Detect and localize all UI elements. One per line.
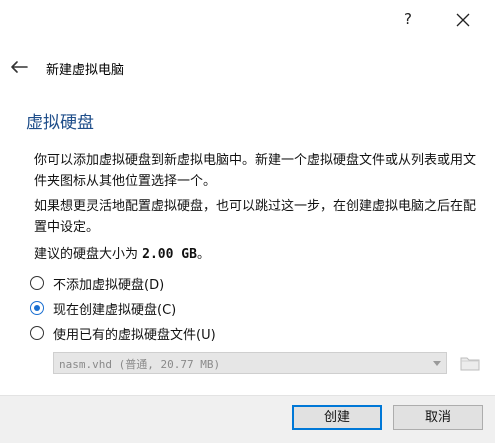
title-bar: ? [0, 0, 495, 40]
folder-icon [460, 357, 480, 371]
button-bar: 创建 取消 [0, 395, 495, 443]
existing-disk-select[interactable]: nasm.vhd (普通, 20.77 MB) [53, 352, 447, 374]
radio-create-disk-label[interactable]: 现在创建虚拟硬盘(C) [53, 299, 176, 318]
radio-create-disk[interactable]: 现在创建虚拟硬盘(C) [30, 298, 176, 318]
new-vm-dialog: ? 新建虚拟电脑 虚拟硬盘 你可以添加虚拟硬盘到新虚拟电脑中。新建一个虚拟硬盘文… [0, 0, 495, 443]
radio-create-disk-indicator[interactable] [30, 301, 44, 315]
create-button[interactable]: 创建 [292, 405, 382, 430]
radio-use-existing-label[interactable]: 使用已有的虚拟硬盘文件(U) [53, 324, 216, 343]
radio-no-disk-indicator[interactable] [30, 276, 44, 290]
hint-text: 如果想更灵活地配置虚拟硬盘，也可以跳过这一步，在创建虚拟电脑之后在配置中设定。 [34, 199, 477, 235]
help-button[interactable]: ? [398, 9, 418, 29]
recommended-size-value: 2.00 GB [142, 247, 197, 262]
close-icon [456, 13, 470, 27]
wizard-header: 新建虚拟电脑 [0, 52, 495, 84]
description-text: 你可以添加虚拟硬盘到新虚拟电脑中。新建一个虚拟硬盘文件或从列表或用文件夹图标从其… [34, 153, 477, 189]
radio-no-disk-label[interactable]: 不添加虚拟硬盘(D) [53, 274, 164, 293]
recommended-size-suffix: 。 [196, 247, 210, 262]
wizard-title: 新建虚拟电脑 [46, 63, 125, 78]
cancel-button[interactable]: 取消 [393, 405, 483, 430]
recommended-size-label: 建议的硬盘大小为 [34, 247, 139, 262]
radio-use-existing[interactable]: 使用已有的虚拟硬盘文件(U) [30, 323, 216, 343]
close-button[interactable] [451, 8, 475, 32]
chevron-down-icon [433, 361, 441, 366]
radio-no-disk[interactable]: 不添加虚拟硬盘(D) [30, 273, 164, 293]
back-button[interactable] [8, 58, 30, 76]
recommended-size-text: 建议的硬盘大小为 2.00 GB。 [34, 243, 210, 262]
radio-use-existing-indicator[interactable] [30, 326, 44, 340]
back-arrow-icon [11, 61, 28, 73]
existing-disk-select-value: nasm.vhd (普通, 20.77 MB) [59, 358, 221, 371]
page-title: 虚拟硬盘 [26, 113, 94, 133]
choose-disk-file-button[interactable] [459, 353, 481, 373]
